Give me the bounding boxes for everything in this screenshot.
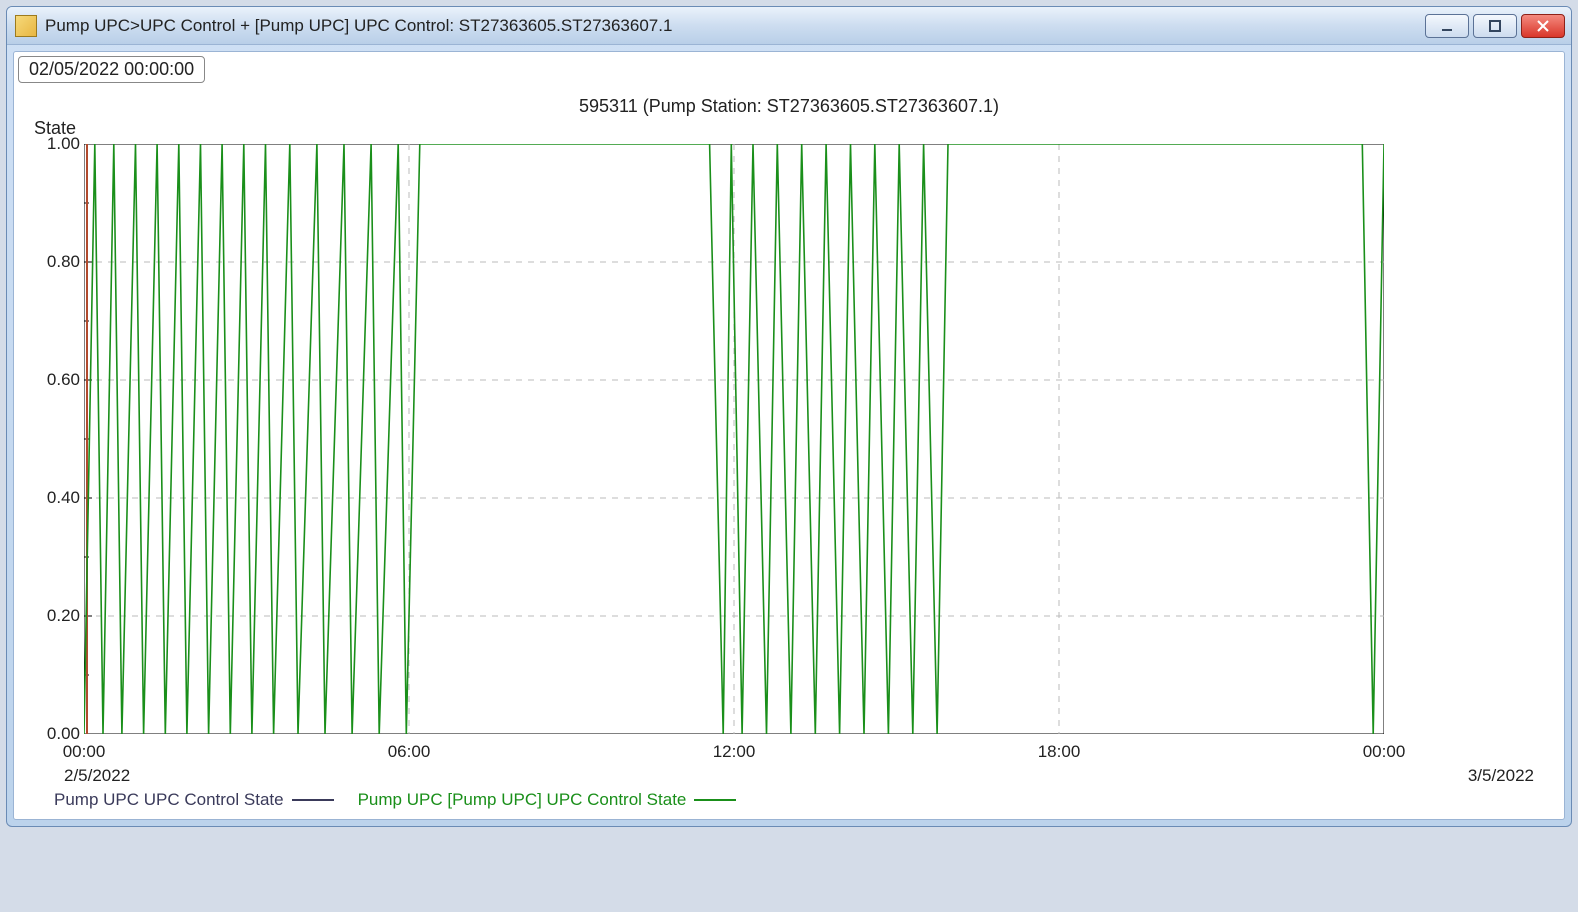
y-tick: 0.00: [47, 724, 80, 744]
x-tick: 18:00: [1038, 742, 1081, 762]
chart-title: 595311 (Pump Station: ST27363605.ST27363…: [14, 96, 1564, 117]
legend-swatch: [694, 799, 736, 801]
x-date-end: 3/5/2022: [1468, 766, 1534, 786]
x-tick: 06:00: [388, 742, 431, 762]
y-tick: 0.20: [47, 606, 80, 626]
window-controls: [1425, 14, 1565, 38]
close-icon: [1536, 19, 1550, 33]
close-button[interactable]: [1521, 14, 1565, 38]
chart-plot-area[interactable]: [84, 144, 1384, 734]
x-tick: 00:00: [1363, 742, 1406, 762]
y-tick: 0.60: [47, 370, 80, 390]
app-window: Pump UPC>UPC Control + [Pump UPC] UPC Co…: [6, 6, 1572, 827]
x-tick: 12:00: [713, 742, 756, 762]
titlebar[interactable]: Pump UPC>UPC Control + [Pump UPC] UPC Co…: [7, 7, 1571, 45]
maximize-button[interactable]: [1473, 14, 1517, 38]
x-date-start: 2/5/2022: [64, 766, 130, 786]
chart-legend: Pump UPC UPC Control State Pump UPC [Pum…: [54, 790, 752, 810]
legend-entry: Pump UPC UPC Control State: [54, 790, 334, 810]
y-tick: 0.80: [47, 252, 80, 272]
window-title: Pump UPC>UPC Control + [Pump UPC] UPC Co…: [45, 16, 1425, 36]
legend-label: Pump UPC [Pump UPC] UPC Control State: [358, 790, 687, 810]
legend-entry: Pump UPC [Pump UPC] UPC Control State: [358, 790, 737, 810]
y-tick-labels: 0.00 0.20 0.40 0.60 0.80 1.00: [32, 144, 80, 734]
legend-label: Pump UPC UPC Control State: [54, 790, 284, 810]
y-tick: 1.00: [47, 134, 80, 154]
x-tick-labels: 00:00 06:00 12:00 18:00 00:00: [84, 742, 1384, 766]
minimize-icon: [1440, 19, 1454, 33]
timestamp-display[interactable]: 02/05/2022 00:00:00: [18, 56, 205, 83]
x-tick: 00:00: [63, 742, 106, 762]
y-tick: 0.40: [47, 488, 80, 508]
minimize-button[interactable]: [1425, 14, 1469, 38]
app-icon: [15, 15, 37, 37]
chart-panel: 02/05/2022 00:00:00 595311 (Pump Station…: [13, 51, 1565, 820]
maximize-icon: [1488, 19, 1502, 33]
chart-svg: [84, 144, 1384, 734]
legend-swatch: [292, 799, 334, 801]
